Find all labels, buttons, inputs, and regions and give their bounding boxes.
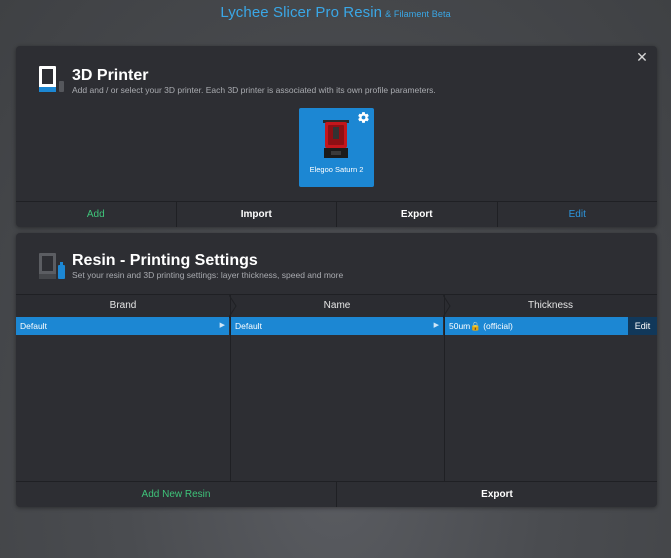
printer-action-bar: Add Import Export Edit xyxy=(16,201,657,227)
printer-card-label: Elegoo Saturn 2 xyxy=(309,165,364,174)
printer-panel: ✕ 3D Printer Add and / or select your 3D… xyxy=(16,46,657,227)
chevron-right-icon: ▶ xyxy=(433,322,439,329)
add-new-resin-button[interactable]: Add New Resin xyxy=(16,482,337,507)
close-button[interactable]: ✕ xyxy=(635,50,649,64)
resin-printer-icon xyxy=(39,253,65,279)
printer-thumbnail-image xyxy=(323,120,349,158)
app-title: Lychee Slicer Pro Resin & Filament Beta xyxy=(0,4,671,23)
thickness-list-item-selected[interactable]: 50um🔒 (official) xyxy=(445,317,628,335)
printer-section-description: Add and / or select your 3D printer. Eac… xyxy=(72,85,436,95)
export-printer-button[interactable]: Export xyxy=(337,202,498,227)
edit-printer-button[interactable]: Edit xyxy=(498,202,658,227)
printer-section-title: 3D Printer xyxy=(72,67,149,84)
brand-list-item-selected[interactable]: Default ▶ xyxy=(16,317,229,335)
printer-card-elegoo-saturn-2[interactable]: Elegoo Saturn 2 xyxy=(299,108,374,187)
gear-icon[interactable] xyxy=(357,111,370,124)
import-printer-button[interactable]: Import xyxy=(177,202,337,227)
resin-section-title: Resin - Printing Settings xyxy=(72,252,258,269)
printer-icon xyxy=(39,66,64,92)
name-list-item-selected[interactable]: Default ▶ xyxy=(231,317,443,335)
add-printer-button[interactable]: Add xyxy=(16,202,177,227)
brand-value: Default xyxy=(20,321,47,331)
resin-settings-table: Brand Name Thickness Default ▶ Default ▶… xyxy=(16,294,657,481)
resin-action-bar: Add New Resin Export xyxy=(16,481,657,507)
resin-section-description: Set your resin and 3D printing settings:… xyxy=(72,270,344,280)
export-resin-button[interactable]: Export xyxy=(337,482,657,507)
thickness-value: 50um🔒 (official) xyxy=(449,321,513,331)
app-title-subtitle: & Filament Beta xyxy=(385,9,451,19)
app-title-main: Lychee Slicer Pro Resin xyxy=(220,4,383,21)
column-header-thickness: Thickness xyxy=(527,300,573,311)
name-value: Default xyxy=(235,321,262,331)
edit-thickness-button[interactable]: Edit xyxy=(628,317,657,335)
resin-panel: Resin - Printing Settings Set your resin… xyxy=(16,233,657,507)
column-header-name: Name xyxy=(323,300,351,311)
chevron-right-icon: ▶ xyxy=(219,322,225,329)
column-header-brand: Brand xyxy=(109,300,137,311)
table-header: Brand Name Thickness xyxy=(16,294,657,318)
